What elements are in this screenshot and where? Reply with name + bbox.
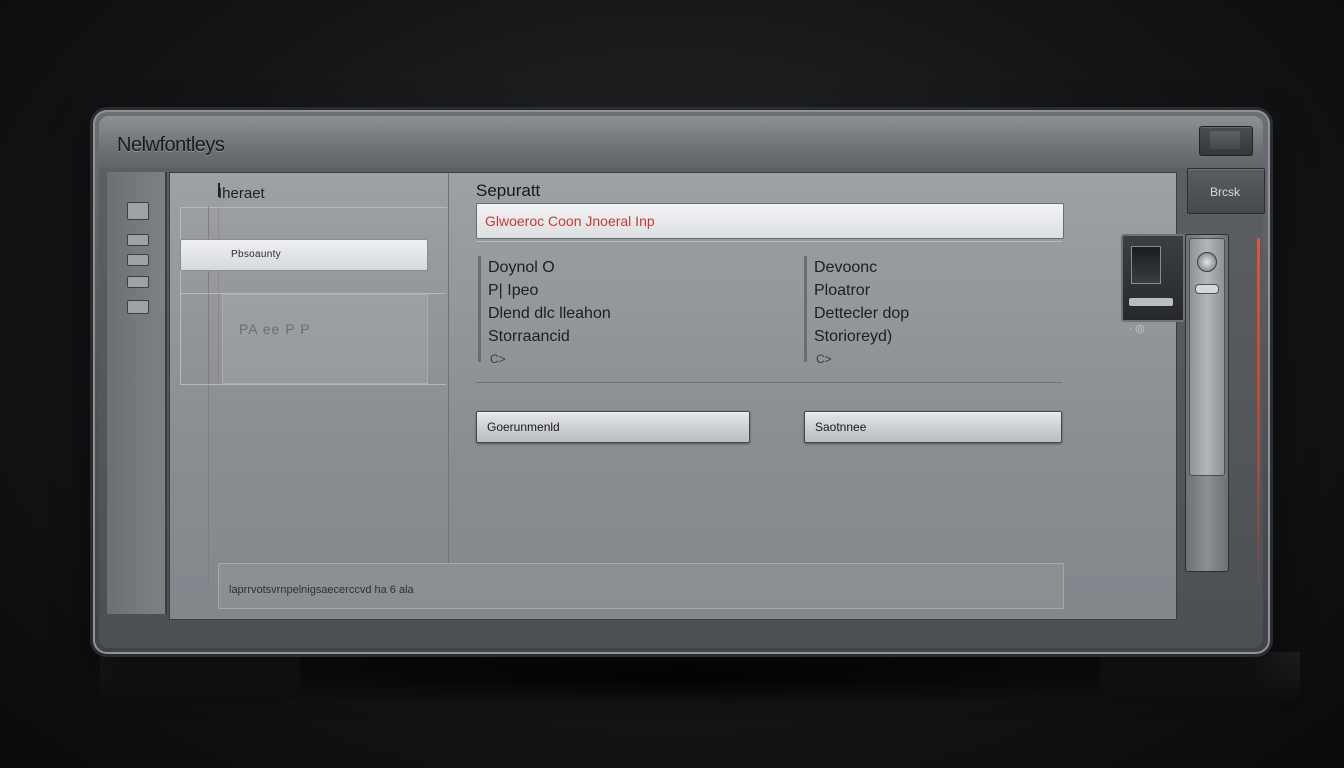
- detail-right-row: Dettecler dop: [814, 305, 910, 322]
- toolbar-list-icon[interactable]: [127, 254, 149, 266]
- side-tab-button[interactable]: Brcsk: [1187, 168, 1265, 214]
- toolbar-layer-icon[interactable]: [127, 234, 149, 246]
- search-input[interactable]: [483, 210, 1057, 232]
- side-tab-label: Brcsk: [1210, 185, 1240, 199]
- details-right-marker: [804, 256, 807, 362]
- stage: Nelwfontleys Iheraet Pbsoaunty PA ee P P…: [0, 0, 1344, 768]
- detail-left-glyph: C>: [490, 352, 506, 366]
- app-window: Nelwfontleys Iheraet Pbsoaunty PA ee P P…: [93, 110, 1270, 654]
- dial-icon[interactable]: [1197, 252, 1217, 272]
- details-left-marker: [478, 256, 481, 362]
- device-foot-left: [100, 652, 300, 702]
- nav-item-selected[interactable]: Pbsoaunty: [180, 239, 428, 271]
- action-button-right[interactable]: Saotnnee: [804, 411, 1062, 443]
- nav-group-item[interactable]: PA ee P P: [222, 294, 428, 384]
- window-body: Iheraet Pbsoaunty PA ee P P Sepuratt Glw…: [99, 168, 1265, 648]
- module-slot-icon: [1131, 246, 1161, 284]
- main-panel: Iheraet Pbsoaunty PA ee P P Sepuratt Glw…: [169, 172, 1177, 620]
- detail-left-row: P| Ipeo: [488, 282, 539, 299]
- action-button-left[interactable]: Goerunmenld: [476, 411, 750, 443]
- nav-item-label: Pbsoaunty: [231, 249, 281, 260]
- details-right: Devoonc Ploatror Dettecler dop Storiorey…: [804, 256, 1068, 366]
- detail-right-row: Ploatror: [814, 282, 871, 299]
- detail-right-row: Storioreyd): [814, 328, 893, 345]
- section-title: Sepuratt: [476, 181, 541, 200]
- search-field[interactable]: [476, 203, 1064, 239]
- detail-left-row: Storraancid: [488, 328, 570, 345]
- window-control-button[interactable]: [1199, 126, 1253, 156]
- toolbar-menu-icon[interactable]: [127, 276, 149, 288]
- nav-group-label: PA ee P P: [239, 321, 311, 337]
- accent-edge-glow: [1257, 238, 1260, 598]
- vertical-slider-handle[interactable]: [1189, 238, 1225, 476]
- nav-header: Iheraet: [218, 185, 265, 202]
- window-control-icon: [1210, 131, 1240, 149]
- detail-left-row: Doynol O: [488, 259, 555, 276]
- toolbar-tool-icon[interactable]: [127, 202, 149, 220]
- module-indicator: ∙ ◎: [1129, 323, 1145, 335]
- status-bar: laprrvotsvrnpelnigsaecerccvd ha 6 ala: [218, 563, 1064, 609]
- details-left: Doynol O P| Ipeo Dlend dlc lleahon Storr…: [478, 256, 742, 366]
- device-module[interactable]: [1121, 234, 1185, 322]
- icon-strip: [107, 172, 167, 614]
- toggle-icon[interactable]: [1195, 284, 1219, 294]
- status-text: laprrvotsvrnpelnigsaecerccvd ha 6 ala: [229, 584, 414, 596]
- module-bar-icon: [1129, 298, 1173, 306]
- detail-right-row: Devoonc: [814, 259, 878, 276]
- nav-group: PA ee P P: [180, 293, 446, 385]
- title-bar: Nelwfontleys: [99, 116, 1263, 174]
- toolbar-panel-icon[interactable]: [127, 300, 149, 314]
- details-box: Doynol O P| Ipeo Dlend dlc lleahon Storr…: [476, 241, 1062, 383]
- window-title: Nelwfontleys: [117, 134, 225, 156]
- detail-left-row: Dlend dlc lleahon: [488, 305, 611, 322]
- nav-column: Iheraet Pbsoaunty PA ee P P: [170, 173, 449, 587]
- device-foot-right: [1100, 652, 1300, 702]
- detail-right-glyph: C>: [816, 352, 832, 366]
